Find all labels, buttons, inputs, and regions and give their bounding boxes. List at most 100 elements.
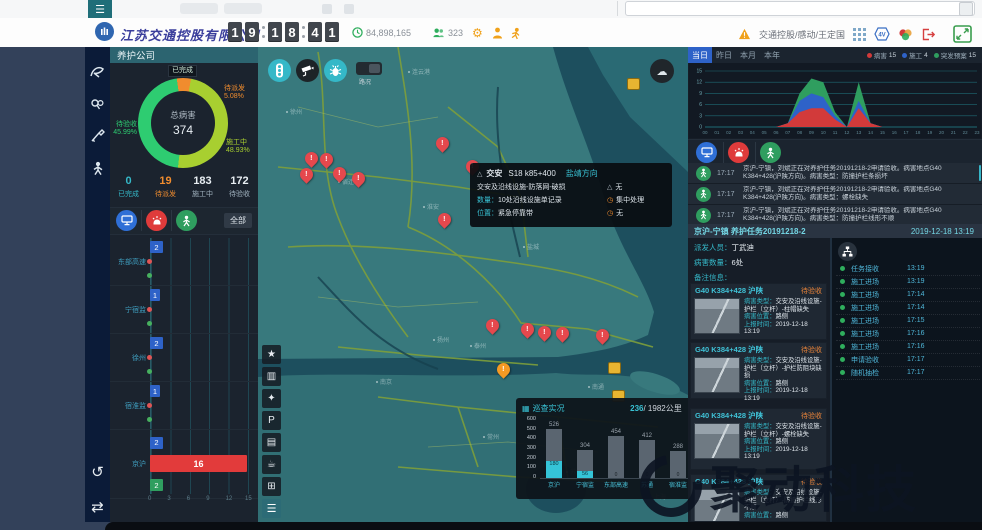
disease-bug-button[interactable] [324, 59, 347, 82]
report-tool-icon[interactable]: ▤ [262, 433, 281, 452]
city-label: 扬州 [433, 335, 449, 344]
timeline-item[interactable]: 施工进场17:14 [836, 288, 980, 302]
disease-card[interactable]: G40 K384+428 沪陕待验收 病害类型：交安及沿线设施-护栏（立杆）-护… [690, 342, 827, 399]
company-row[interactable]: 宁宿监1 [110, 286, 258, 334]
user-name[interactable]: 交通控股/感动/王定国 [759, 28, 845, 41]
logout-icon[interactable] [921, 28, 935, 41]
event-row[interactable]: 17:17 京沪-宁镇，刘斌正在对养护任务20191218-2申请验收。病害地点… [688, 163, 982, 184]
4v-badge-icon[interactable]: 4V [874, 27, 890, 41]
svg-text:10: 10 [821, 130, 827, 135]
monitor-filter-button[interactable] [116, 210, 137, 231]
event-row[interactable]: 17:17 京沪-宁镇，刘斌正在对养护任务20191218-2申请验收。病害地点… [688, 205, 982, 226]
workflow-tree-icon[interactable] [838, 242, 857, 261]
donut-center-value: 374 [173, 123, 193, 137]
browser-corner-icon[interactable] [959, 2, 973, 16]
map-reset-button[interactable]: ☁ [650, 59, 674, 83]
timeline-item[interactable]: 施工进场17:15 [836, 314, 980, 328]
tab-yesterday[interactable]: 昨日 [712, 47, 736, 63]
label: 待验收 [111, 121, 137, 129]
apps-grid-icon[interactable] [853, 28, 866, 41]
company-row[interactable]: 京沪2162 [110, 430, 258, 499]
traffic-light-button[interactable] [268, 59, 291, 82]
patrol-bar[interactable]: 526180 [540, 422, 568, 478]
timeline-item[interactable]: 施工进场17:16 [836, 340, 980, 354]
disease-card[interactable]: G40 K384+428 沪陕待验收 病害类型：交安及沿线设施-护栏（立杆）-柱… [690, 283, 827, 340]
disease-photo[interactable] [694, 423, 740, 459]
clock-colon [302, 26, 305, 38]
event-time: 17:17 [717, 212, 741, 219]
company-row[interactable]: 东部高速2 [110, 238, 258, 286]
filter-button-row: 全部 [110, 207, 258, 235]
disease-card[interactable]: G40 K384+428 沪陕待验收 病害类型：交安及沿线设施-护栏（立杆）-防… [690, 474, 827, 522]
worker-filter-button[interactable] [176, 210, 197, 231]
nav-maintenance-icon[interactable] [85, 123, 110, 149]
tab-today[interactable]: 当日 [688, 47, 712, 63]
patrol-title: 巡查实况 [533, 403, 565, 414]
alarm-filter-button[interactable] [146, 210, 167, 231]
service-tool-icon[interactable]: ☕ [262, 455, 281, 474]
all-filter-button[interactable]: 全部 [224, 213, 252, 228]
fullscreen-icon[interactable] [953, 25, 972, 43]
event-tooltip: △ 交安 S18 k85+400 盐靖方向 交安及沿线设施-防落网-破损 △无 … [470, 163, 672, 227]
chart-tool-icon[interactable]: ▥ [262, 367, 281, 386]
nav-route-icon[interactable] [85, 59, 110, 85]
tooltip-type: 交安 [486, 168, 502, 179]
favorite-tool-icon[interactable]: ★ [262, 345, 281, 364]
timeline-item[interactable]: 施工进场13:19 [836, 275, 980, 289]
clean-tool-icon[interactable]: ✦ [262, 389, 281, 408]
layers-tool-icon[interactable]: ⊞ [262, 477, 281, 496]
undo-icon[interactable]: ↺ [85, 462, 110, 482]
tab-month[interactable]: 本月 [736, 47, 760, 63]
palette-icon[interactable] [898, 28, 913, 41]
alarm-filter-button[interactable] [728, 142, 749, 163]
header-bar: 江苏交通控股有限公司 1 9 1 8 4 1 84,898,165 323 ⚙ [0, 18, 982, 49]
task-header[interactable]: 京沪-宁镇 养护任务20191218-2 2019-12-18 13:19 [688, 224, 982, 238]
timeline-item[interactable]: 随机抽检17:17 [836, 366, 980, 380]
patrol-bar[interactable]: 30456 [571, 443, 599, 478]
disease-photo[interactable] [694, 298, 740, 334]
disease-photo[interactable] [694, 489, 740, 522]
browser-field[interactable] [625, 1, 975, 16]
pct: 45.99% [111, 129, 137, 137]
patrol-bar[interactable]: 4540 [602, 429, 630, 478]
timeline-item[interactable]: 任务接收13:19 [836, 262, 980, 276]
monitor-filter-button[interactable] [696, 142, 717, 163]
menu-icon[interactable]: ☰ [88, 0, 112, 18]
city-label: 泰州 [470, 341, 486, 350]
traffic-layer-toggle[interactable] [356, 62, 382, 75]
people-icon [432, 27, 445, 38]
disease-photo[interactable] [694, 357, 740, 393]
cctv-camera-button[interactable] [296, 59, 319, 82]
tab-year[interactable]: 本年 [760, 47, 784, 63]
divider [141, 210, 142, 231]
svg-text:22: 22 [963, 130, 969, 135]
gear-icon[interactable]: ⚙ [472, 26, 483, 40]
map-marker-yellow[interactable] [627, 78, 640, 90]
company-row[interactable]: 宿淮监1 [110, 382, 258, 430]
worker-icon[interactable] [508, 25, 523, 45]
disease-card[interactable]: G40 K384+428 沪陕待验收 病害类型：交安及沿线设施-护栏（立杆）-螺… [690, 408, 827, 470]
nav-worker-icon[interactable] [85, 155, 110, 181]
svg-text:04: 04 [750, 130, 756, 135]
nav-search-icon[interactable] [85, 91, 110, 117]
patrol-bar[interactable]: 2880 [664, 444, 688, 478]
pos-value: 紧急停靠带 [498, 208, 533, 218]
map-container: 徐州连云港宿迁淮安盐城扬州泰州南京南通常州苏州上海 !!!!!!!!!!!!!!… [258, 47, 688, 522]
tooltip-row: 位置： 紧急停靠带 ◷无 [477, 208, 665, 218]
map-marker-yellow[interactable] [608, 362, 621, 374]
timeline-item[interactable]: 申请验收17:17 [836, 353, 980, 367]
zero-dot [147, 355, 152, 360]
worker-filter-button[interactable] [760, 142, 781, 163]
parking-tool-icon[interactable]: P [262, 411, 281, 430]
company-row[interactable]: 徐州2 [110, 334, 258, 382]
scrollbar[interactable] [979, 165, 981, 181]
person-icon[interactable] [492, 26, 503, 44]
event-row[interactable]: 17:17 京沪-宁镇，刘斌正在对养护任务20191218-2申请验收。病害地点… [688, 184, 982, 205]
taskbar-strip [105, 522, 982, 530]
timeline-item[interactable]: 施工进场17:14 [836, 301, 980, 315]
swap-icon[interactable]: ⇄ [85, 497, 110, 517]
patrol-bar[interactable]: 4120 [633, 433, 661, 478]
hourly-area-chart[interactable]: 0369121500010203040506070809101112131415… [689, 63, 981, 138]
map-menu-button[interactable]: ☰ [262, 499, 281, 518]
timeline-item[interactable]: 施工进场17:16 [836, 327, 980, 341]
